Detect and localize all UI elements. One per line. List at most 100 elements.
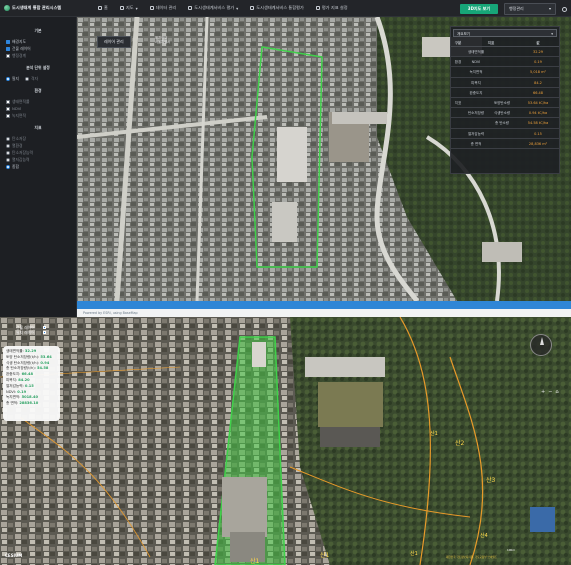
section-index-title: 지표: [34, 125, 42, 130]
radio-heat[interactable]: 열환경: [0, 142, 76, 149]
legend-parcel-toggle[interactable]: 필지 레이어: [16, 330, 46, 335]
stats-label: 탄소저장량: [467, 111, 485, 116]
radio-carbon-capacity[interactable]: 탄소저장능력: [0, 149, 76, 156]
scale-bar: 100m: [507, 548, 516, 552]
gear-icon[interactable]: [562, 6, 567, 12]
checkbox-icon[interactable]: [6, 53, 10, 58]
stats-row: 완충도지 66.48: [451, 88, 559, 98]
map-icon: [119, 6, 124, 10]
stats-panel: 개요보기 ▾ 구분 지표 값 생태면적률 32.29 환경 NDVI 0.19 녹지면적 5,…: [450, 26, 560, 174]
zoom-in-button[interactable]: +: [541, 389, 545, 395]
nav-home[interactable]: 홈: [98, 5, 108, 11]
stats-label: 총 탄소량: [495, 121, 509, 126]
info-key: 총 탄소저장량(t/h): [6, 366, 35, 371]
section-base-title: 기본: [34, 28, 42, 33]
checkbox-icon[interactable]: [6, 46, 10, 51]
radio-icon[interactable]: [6, 157, 10, 162]
section-env-title: 환경: [34, 88, 42, 93]
user-select[interactable]: 행정관리 ▾: [504, 3, 556, 15]
nav-eval[interactable]: 도시생태계서비스 평가 ▾: [188, 5, 238, 11]
checkbox-boundary[interactable]: 행정경계: [0, 52, 76, 59]
nav-integrated-eval[interactable]: 도시생태계서비스 통합평가: [250, 5, 304, 11]
parcel-label: 산3: [486, 476, 496, 484]
checkbox-eco-ratio[interactable]: 생태면적률: [0, 98, 76, 105]
info-value: 53.64: [40, 354, 52, 359]
stats-label: [487, 78, 517, 87]
stats-label: 식생탄소량: [493, 111, 511, 116]
checkbox-ndvi[interactable]: NDVI: [0, 105, 76, 112]
data-icon: [149, 6, 154, 10]
info-row: 총 면적: 28836.10: [6, 401, 39, 406]
nav-data[interactable]: 데이터 관리: [149, 5, 176, 11]
info-key: 피복지: [6, 377, 16, 382]
map-coordinate-label: 위치정보 서울특별시: [155, 36, 171, 44]
radio-grid[interactable]: [25, 76, 29, 81]
compass-navigator[interactable]: [530, 334, 552, 356]
stats-value: 66.48: [532, 90, 544, 95]
checkbox-icon[interactable]: [6, 113, 10, 118]
parcel-label: 산1: [250, 557, 260, 565]
checkbox-icon[interactable]: [6, 106, 10, 111]
radio-icon[interactable]: [6, 143, 10, 148]
layer-manage-button[interactable]: 레이어 관리: [97, 36, 131, 48]
stats-label: [487, 129, 517, 138]
info-value: 32.29: [24, 349, 37, 353]
checkbox-icon[interactable]: [42, 330, 46, 335]
cesium-logo: CESIUM: [5, 553, 23, 558]
stats-label: [465, 118, 487, 127]
chevron-down-icon: ▾: [551, 32, 553, 36]
radio-icon[interactable]: [6, 164, 10, 169]
view-3d-button[interactable]: 3D지도 보기: [459, 4, 498, 14]
stats-label: [451, 67, 465, 76]
checkbox-building[interactable]: 건물 레이어: [0, 45, 76, 52]
info-value: 0.19: [17, 389, 27, 394]
radio-heat-reduction[interactable]: 열저감능력: [0, 156, 76, 163]
info-value: 0.94: [40, 360, 50, 365]
radio-parcel[interactable]: [6, 76, 10, 81]
stats-label: NDVI: [471, 60, 481, 65]
info-value: 5018.40: [21, 395, 38, 400]
stats-label: [487, 139, 517, 148]
stats-value: 0.94 tC/ha: [528, 111, 548, 116]
stats-row: 총 면적 28,836 m²: [451, 139, 559, 149]
info-key: 식생 탄소저장량(t/h): [6, 360, 38, 365]
parcel-label: 산4: [480, 532, 488, 539]
nav-index-setting[interactable]: 평가 지표 설정: [315, 5, 348, 11]
parcel-label: 산1: [410, 550, 418, 557]
parcel-label: 산1: [430, 430, 438, 437]
info-value: 66.48: [21, 372, 33, 377]
zoom-out-button[interactable]: −: [548, 389, 552, 395]
info-key: 녹지면적: [6, 395, 20, 400]
stats-label: 녹지면적: [469, 70, 483, 75]
stats-table-header: 구분 지표 값: [451, 39, 559, 47]
app-logo-icon: [4, 5, 10, 11]
checkbox-icon[interactable]: [6, 39, 10, 44]
checkbox-icon[interactable]: [6, 99, 10, 104]
stats-label: [465, 98, 487, 107]
map-divider-bar[interactable]: [77, 301, 571, 309]
stats-row: 총 탄소량 54.58 tC/ha: [451, 118, 559, 129]
info-key: NDVI: [6, 389, 15, 394]
checkbox-basemap[interactable]: 배경지도: [0, 38, 76, 45]
map-3d-view[interactable]: 산1 산1 산2 산3 산1 산1 산4: [0, 317, 571, 565]
chart-icon: [188, 6, 193, 10]
stats-label: [451, 139, 465, 148]
radio-icon[interactable]: [6, 150, 10, 155]
checkbox-green-area[interactable]: 녹지면적: [0, 112, 76, 119]
stats-value: 84.2: [534, 80, 542, 85]
home-view-button[interactable]: ⌂: [555, 389, 558, 395]
stats-label: [487, 67, 517, 76]
checkbox-icon[interactable]: [42, 325, 46, 330]
home-icon: [98, 6, 102, 10]
stats-label: [487, 57, 517, 66]
radio-icon[interactable]: [6, 136, 10, 141]
stats-view-select[interactable]: 개요보기 ▾: [453, 29, 557, 37]
stats-value: 5,018 m²: [530, 70, 546, 75]
radio-total[interactable]: 종합: [0, 163, 76, 170]
radio-carbon[interactable]: 탄소저장: [0, 135, 76, 142]
info-key: 총 면적: [6, 401, 18, 406]
unit-radio-group: 필지 격자: [0, 75, 76, 82]
app-brand[interactable]: 도시생태계 통합 관리시스템: [0, 5, 98, 11]
nav-map[interactable]: 지도 ▾: [119, 5, 138, 11]
section-unit-title: 분석 단위 설정: [26, 65, 50, 70]
